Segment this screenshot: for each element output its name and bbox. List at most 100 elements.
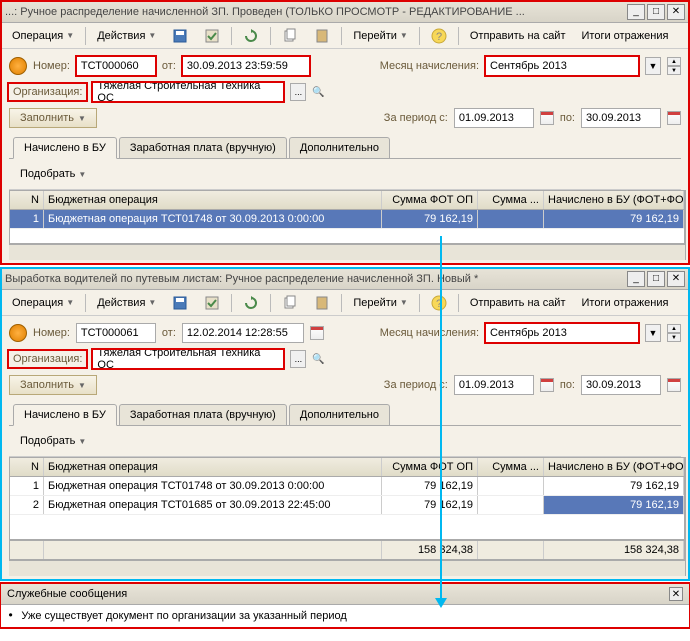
grid-footer: 158 324,38 158 324,38: [10, 539, 684, 559]
col-last-header[interactable]: Начислено в БУ (ФОТ+ФОБ): [544, 191, 684, 209]
col-sum-header[interactable]: Сумма ...: [478, 458, 544, 476]
tab-salary[interactable]: Заработная плата (вручную): [119, 137, 287, 158]
save-icon[interactable]: [165, 25, 195, 47]
titlebar-2[interactable]: Выработка водителей по путевым листам: Р…: [1, 268, 689, 290]
month-input[interactable]: Сентябрь 2013: [485, 56, 639, 76]
tab-accrued[interactable]: Начислено в БУ: [13, 137, 117, 159]
col-n-header[interactable]: N: [10, 191, 44, 209]
horizontal-scrollbar[interactable]: [9, 244, 685, 260]
copy-icon[interactable]: [275, 292, 305, 314]
toolbar-1: Операция▼ Действия▼ Перейти▼ ? Отправить…: [1, 23, 689, 49]
period-to-input[interactable]: 30.09.2013: [581, 108, 661, 128]
messages-title: Служебные сообщения: [7, 588, 127, 600]
org-label: Организация:: [9, 351, 86, 367]
actions-menu[interactable]: Действия▼: [90, 294, 163, 312]
period-from-input[interactable]: 01.09.2013: [454, 375, 534, 395]
tab-salary[interactable]: Заработная плата (вручную): [119, 404, 287, 425]
maximize-button[interactable]: □: [647, 4, 665, 20]
horizontal-scrollbar[interactable]: [9, 560, 685, 576]
results-button[interactable]: Итоги отражения: [575, 27, 676, 45]
col-fot-header[interactable]: Сумма ФОТ ОП: [382, 458, 478, 476]
nomer-label: Номер:: [33, 60, 70, 72]
goto-menu[interactable]: Перейти▼: [346, 27, 415, 45]
col-op-header[interactable]: Бюджетная операция: [44, 458, 382, 476]
org-search-icon[interactable]: 🔍: [312, 354, 324, 365]
table-row[interactable]: 1 Бюджетная операция ТСТ01748 от 30.09.2…: [10, 210, 684, 229]
messages-close-button[interactable]: ✕: [669, 587, 683, 601]
tab-accrued[interactable]: Начислено в БУ: [13, 404, 117, 426]
goto-menu[interactable]: Перейти▼: [346, 294, 415, 312]
vertical-scrollbar[interactable]: [685, 457, 686, 576]
calendar-icon[interactable]: [310, 326, 324, 340]
month-input[interactable]: Сентябрь 2013: [485, 323, 639, 343]
close-button[interactable]: ✕: [667, 4, 685, 20]
refresh-icon[interactable]: [236, 25, 266, 47]
close-button[interactable]: ✕: [667, 271, 685, 287]
post-icon[interactable]: [197, 25, 227, 47]
month-spin-down[interactable]: ▼: [667, 66, 681, 75]
send-button[interactable]: Отправить на сайт: [463, 294, 573, 312]
post-icon[interactable]: [197, 292, 227, 314]
org-input[interactable]: Тяжелая Строительная Техника ОС: [92, 349, 284, 369]
minimize-button[interactable]: _: [627, 271, 645, 287]
org-select-button[interactable]: ...: [290, 83, 306, 101]
maximize-button[interactable]: □: [647, 271, 665, 287]
tab-extra[interactable]: Дополнительно: [289, 137, 390, 158]
date-input[interactable]: 30.09.2013 23:59:59: [182, 56, 310, 76]
col-n-header[interactable]: N: [10, 458, 44, 476]
month-spin-up[interactable]: ▲: [667, 324, 681, 333]
pick-button[interactable]: Подобрать▼: [13, 165, 93, 183]
nomer-input[interactable]: ТСТ000060: [76, 56, 156, 76]
month-dd-button[interactable]: ▼: [645, 324, 661, 342]
col-fot-header[interactable]: Сумма ФОТ ОП: [382, 191, 478, 209]
tab-extra[interactable]: Дополнительно: [289, 404, 390, 425]
month-spin-down[interactable]: ▼: [667, 333, 681, 342]
fill-button[interactable]: Заполнить▼: [9, 375, 97, 395]
calendar-icon[interactable]: [540, 378, 554, 392]
grid-1: N Бюджетная операция Сумма ФОТ ОП Сумма …: [9, 190, 685, 244]
period-from-label: За период с:: [384, 379, 448, 391]
titlebar-1[interactable]: ...: Ручное распределение начисленной ЗП…: [1, 1, 689, 23]
help-icon[interactable]: ?: [424, 292, 454, 314]
operation-menu[interactable]: Операция▼: [5, 27, 81, 45]
copy-icon[interactable]: [275, 25, 305, 47]
period-from-label: За период с:: [384, 112, 448, 124]
results-button[interactable]: Итоги отражения: [575, 294, 676, 312]
paste-icon[interactable]: [307, 25, 337, 47]
window-1: ...: Ручное распределение начисленной ЗП…: [0, 0, 690, 265]
nomer-label: Номер:: [33, 327, 70, 339]
ot-label: от:: [162, 60, 176, 72]
send-button[interactable]: Отправить на сайт: [463, 27, 573, 45]
table-row[interactable]: 1 Бюджетная операция ТСТ01748 от 30.09.2…: [10, 477, 684, 496]
calendar-icon[interactable]: [540, 111, 554, 125]
operation-menu[interactable]: Операция▼: [5, 294, 81, 312]
org-select-button[interactable]: ...: [290, 350, 306, 368]
nomer-input[interactable]: ТСТ000061: [76, 323, 156, 343]
col-op-header[interactable]: Бюджетная операция: [44, 191, 382, 209]
calendar-icon[interactable]: [667, 378, 681, 392]
fill-button[interactable]: Заполнить▼: [9, 108, 97, 128]
paste-icon[interactable]: [307, 292, 337, 314]
calendar-icon[interactable]: [667, 111, 681, 125]
refresh-icon[interactable]: [236, 292, 266, 314]
tabs-2: Начислено в БУ Заработная плата (вручную…: [9, 404, 681, 426]
col-sum-header[interactable]: Сумма ...: [478, 191, 544, 209]
org-search-icon[interactable]: 🔍: [312, 87, 324, 98]
save-icon[interactable]: [165, 292, 195, 314]
month-dd-button[interactable]: ▼: [645, 57, 661, 75]
col-last-header[interactable]: Начислено в БУ (ФОТ+ФОБ): [544, 458, 684, 476]
minimize-button[interactable]: _: [627, 4, 645, 20]
vertical-scrollbar[interactable]: [685, 190, 686, 260]
month-spin-up[interactable]: ▲: [667, 57, 681, 66]
actions-menu[interactable]: Действия▼: [90, 27, 163, 45]
date-input[interactable]: 12.02.2014 12:28:55: [182, 323, 304, 343]
period-to-label: по:: [560, 112, 575, 124]
period-from-input[interactable]: 01.09.2013: [454, 108, 534, 128]
table-row[interactable]: 2 Бюджетная операция ТСТ01685 от 30.09.2…: [10, 496, 684, 515]
org-input[interactable]: Тяжелая Строительная Техника ОС: [92, 82, 284, 102]
period-to-input[interactable]: 30.09.2013: [581, 375, 661, 395]
period-to-label: по:: [560, 379, 575, 391]
pick-button[interactable]: Подобрать▼: [13, 432, 93, 450]
title-text-1: ...: Ручное распределение начисленной ЗП…: [5, 6, 625, 18]
help-icon[interactable]: ?: [424, 25, 454, 47]
